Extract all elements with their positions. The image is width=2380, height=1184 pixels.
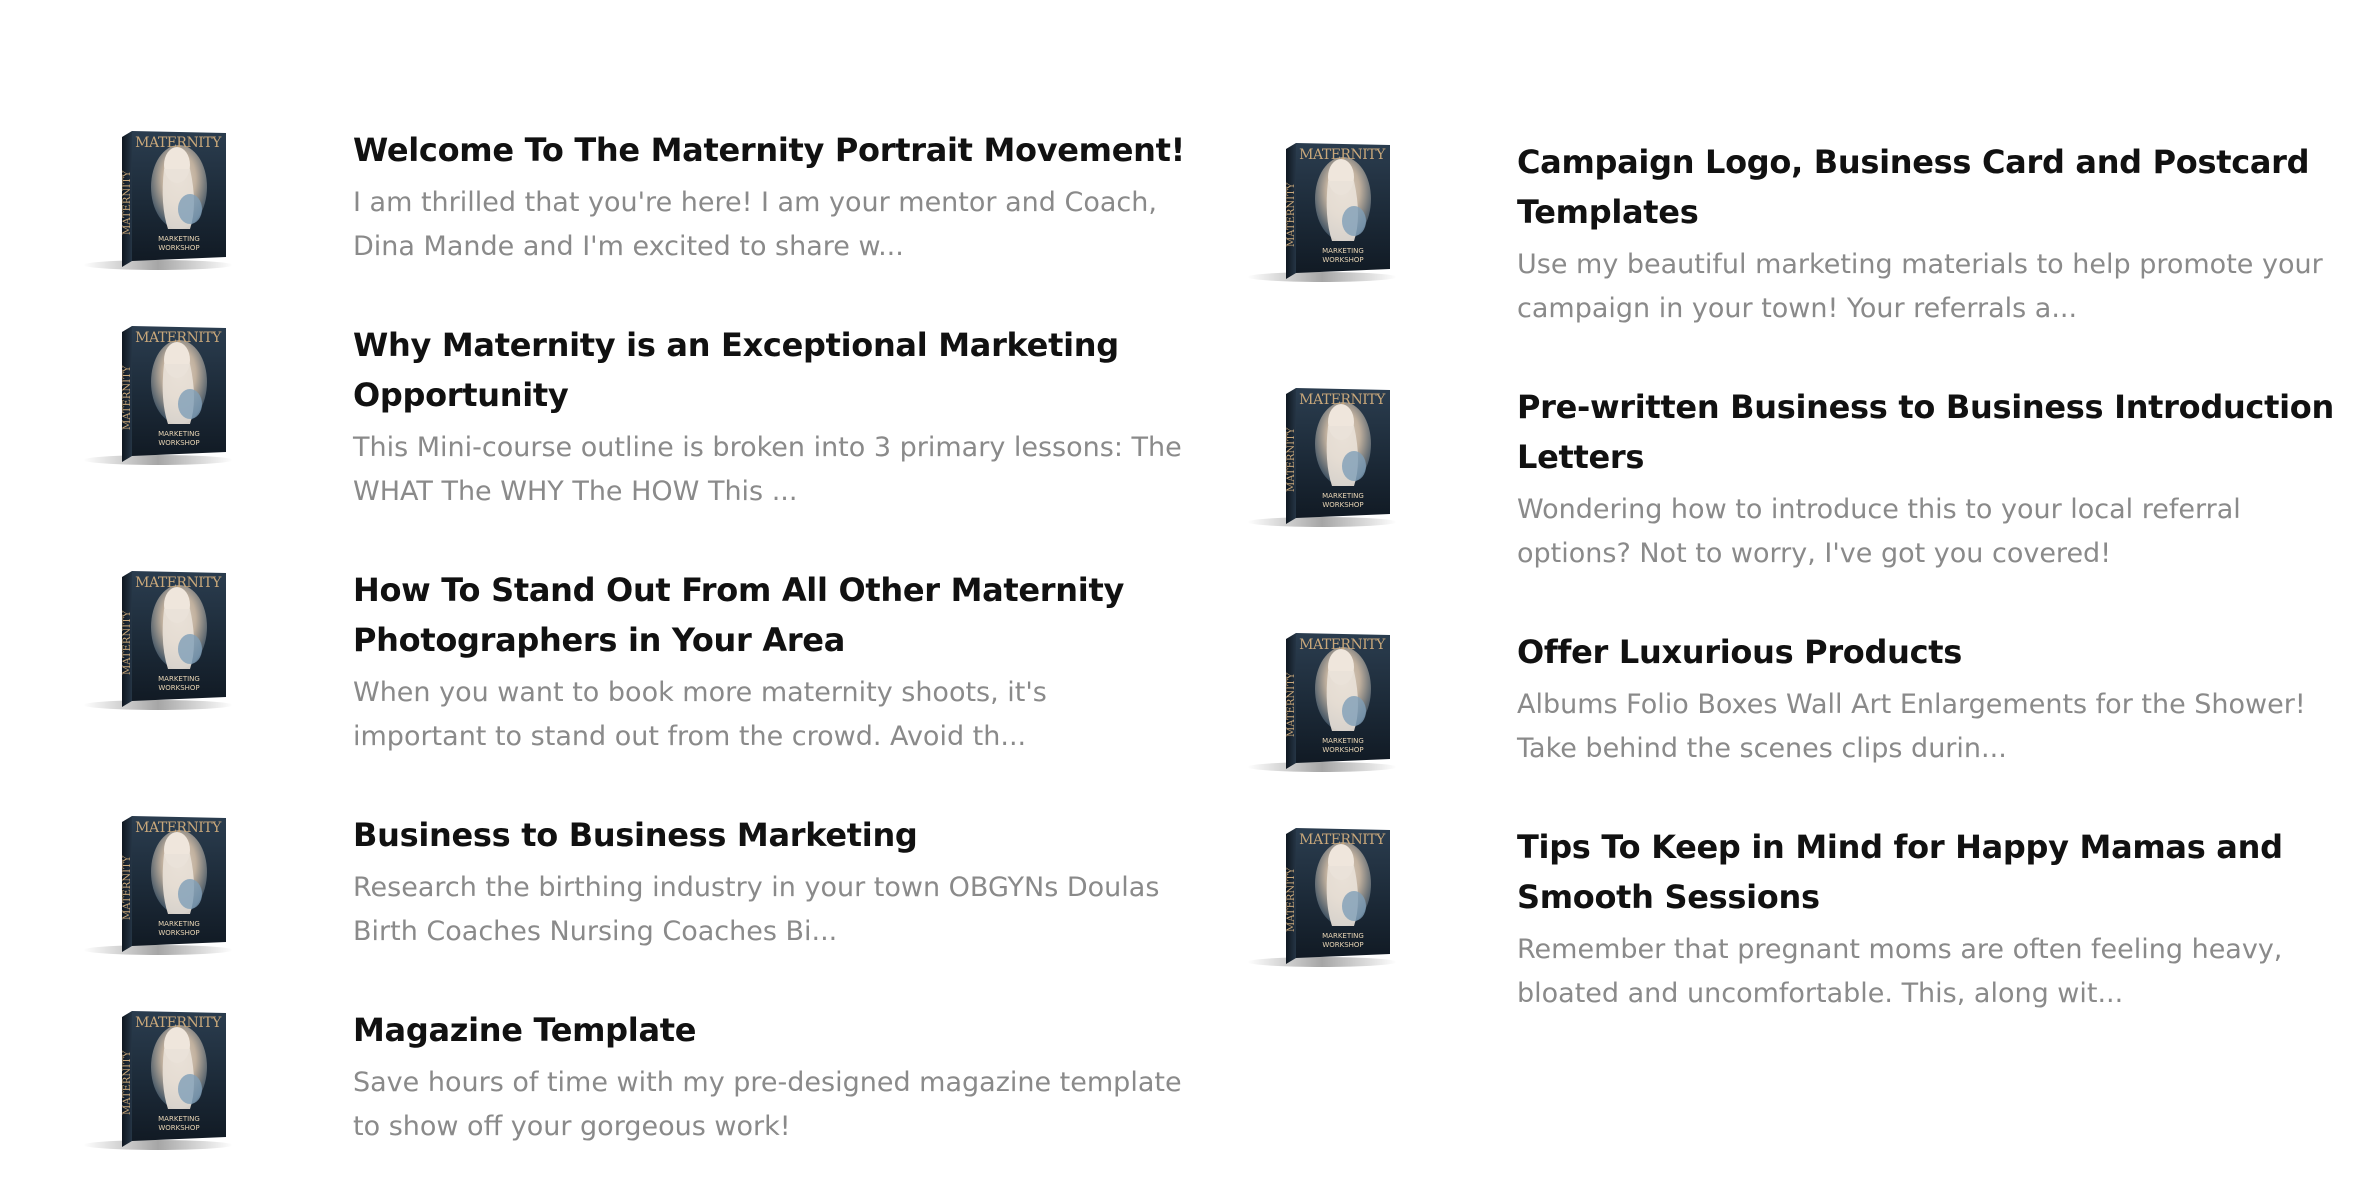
- lesson-title[interactable]: Offer Luxurious Products: [1517, 627, 2352, 677]
- svg-text:MATERNITY: MATERNITY: [135, 575, 222, 591]
- product-box-icon: MATERNITY MARKETING WORKSHOP MATERNITY: [83, 816, 233, 955]
- svg-text:MARKETING: MARKETING: [1322, 492, 1364, 500]
- product-box-icon: MATERNITY MARKETING WORKSHOP MATERNITY: [83, 131, 233, 270]
- svg-text:MATERNITY: MATERNITY: [1299, 637, 1386, 653]
- svg-text:MATERNITY: MATERNITY: [135, 330, 222, 346]
- svg-text:MARKETING: MARKETING: [1322, 247, 1364, 255]
- lesson-title[interactable]: Magazine Template: [353, 1005, 1188, 1055]
- svg-text:MARKETING: MARKETING: [1322, 737, 1364, 745]
- product-box-icon: MATERNITY MARKETING WORKSHOP MATERNITY: [1247, 388, 1397, 527]
- lesson-description: This Mini-course outline is broken into …: [353, 432, 1182, 507]
- lesson-description: Save hours of time with my pre-designed …: [353, 1067, 1182, 1142]
- svg-text:MARKETING: MARKETING: [158, 1115, 200, 1123]
- lesson-thumbnail[interactable]: MATERNITY MARKETING WORKSHOP MATERNITY: [1244, 137, 1404, 287]
- svg-text:MATERNITY: MATERNITY: [1299, 832, 1386, 848]
- svg-text:WORKSHOP: WORKSHOP: [1322, 501, 1363, 509]
- svg-text:WORKSHOP: WORKSHOP: [158, 929, 199, 937]
- svg-text:MATERNITY: MATERNITY: [122, 1050, 133, 1115]
- svg-text:MARKETING: MARKETING: [1322, 932, 1364, 940]
- lesson-thumbnail[interactable]: MATERNITY MARKETING WORKSHOP MATERNITY: [80, 810, 240, 960]
- lesson-title[interactable]: How To Stand Out From All Other Maternit…: [353, 565, 1188, 665]
- svg-text:MARKETING: MARKETING: [158, 430, 200, 438]
- svg-text:MARKETING: MARKETING: [158, 675, 200, 683]
- lesson-thumbnail[interactable]: MATERNITY MARKETING WORKSHOP MATERNITY: [1244, 627, 1404, 777]
- lesson-title[interactable]: Business to Business Marketing: [353, 810, 1188, 860]
- lesson-description: When you want to book more maternity sho…: [353, 677, 1047, 752]
- svg-text:WORKSHOP: WORKSHOP: [1322, 941, 1363, 949]
- svg-text:MATERNITY: MATERNITY: [135, 1015, 222, 1031]
- lesson-title[interactable]: Campaign Logo, Business Card and Postcar…: [1517, 137, 2352, 237]
- svg-text:MATERNITY: MATERNITY: [122, 365, 133, 430]
- lesson-thumbnail[interactable]: MATERNITY MARKETING WORKSHOP MATERNITY: [80, 565, 240, 715]
- svg-text:MARKETING: MARKETING: [158, 920, 200, 928]
- lesson-description: Wondering how to introduce this to your …: [1517, 494, 2241, 569]
- svg-text:MATERNITY: MATERNITY: [135, 820, 222, 836]
- lesson-thumbnail[interactable]: MATERNITY MARKETING WORKSHOP MATERNITY: [80, 320, 240, 470]
- svg-text:MATERNITY: MATERNITY: [1286, 672, 1297, 737]
- product-box-icon: MATERNITY MARKETING WORKSHOP MATERNITY: [1247, 633, 1397, 772]
- product-box-icon: MATERNITY MARKETING WORKSHOP MATERNITY: [83, 571, 233, 710]
- lesson-title[interactable]: Welcome To The Maternity Portrait Moveme…: [353, 125, 1188, 175]
- svg-text:MATERNITY: MATERNITY: [1299, 392, 1386, 408]
- lesson-thumbnail[interactable]: MATERNITY MARKETING WORKSHOP MATERNITY: [1244, 382, 1404, 532]
- svg-text:WORKSHOP: WORKSHOP: [1322, 746, 1363, 754]
- svg-text:MATERNITY: MATERNITY: [135, 135, 222, 151]
- lesson-description: Research the birthing industry in your t…: [353, 872, 1160, 947]
- svg-text:WORKSHOP: WORKSHOP: [158, 1124, 199, 1132]
- lesson-thumbnail[interactable]: MATERNITY MARKETING WORKSHOP MATERNITY: [1244, 822, 1404, 972]
- lesson-title[interactable]: Tips To Keep in Mind for Happy Mamas and…: [1517, 822, 2352, 922]
- lesson-description: Use my beautiful marketing materials to …: [1517, 249, 2323, 324]
- svg-text:MATERNITY: MATERNITY: [1286, 427, 1297, 492]
- product-box-icon: MATERNITY MARKETING WORKSHOP MATERNITY: [1247, 828, 1397, 967]
- svg-text:WORKSHOP: WORKSHOP: [158, 439, 199, 447]
- svg-text:MATERNITY: MATERNITY: [1286, 867, 1297, 932]
- svg-text:WORKSHOP: WORKSHOP: [158, 684, 199, 692]
- product-box-icon: MATERNITY MARKETING WORKSHOP MATERNITY: [83, 326, 233, 465]
- svg-text:MATERNITY: MATERNITY: [122, 610, 133, 675]
- product-box-icon: MATERNITY MARKETING WORKSHOP MATERNITY: [1247, 143, 1397, 282]
- svg-text:WORKSHOP: WORKSHOP: [158, 244, 199, 252]
- svg-text:WORKSHOP: WORKSHOP: [1322, 256, 1363, 264]
- lesson-thumbnail[interactable]: MATERNITY MARKETING WORKSHOP MATERNITY: [80, 125, 240, 275]
- lesson-thumbnail[interactable]: MATERNITY MARKETING WORKSHOP MATERNITY: [80, 1005, 240, 1155]
- svg-text:MATERNITY: MATERNITY: [122, 855, 133, 920]
- lesson-title[interactable]: Pre-written Business to Business Introdu…: [1517, 382, 2352, 482]
- svg-text:MATERNITY: MATERNITY: [1286, 182, 1297, 247]
- svg-text:MARKETING: MARKETING: [158, 235, 200, 243]
- lesson-description: I am thrilled that you're here! I am you…: [353, 187, 1157, 262]
- lesson-description: Remember that pregnant moms are often fe…: [1517, 934, 2283, 1009]
- svg-text:MATERNITY: MATERNITY: [1299, 147, 1386, 163]
- svg-text:MATERNITY: MATERNITY: [122, 170, 133, 235]
- lesson-title[interactable]: Why Maternity is an Exceptional Marketin…: [353, 320, 1188, 420]
- lesson-description: Albums Folio Boxes Wall Art Enlargements…: [1517, 689, 2306, 764]
- product-box-icon: MATERNITY MARKETING WORKSHOP MATERNITY: [83, 1011, 233, 1150]
